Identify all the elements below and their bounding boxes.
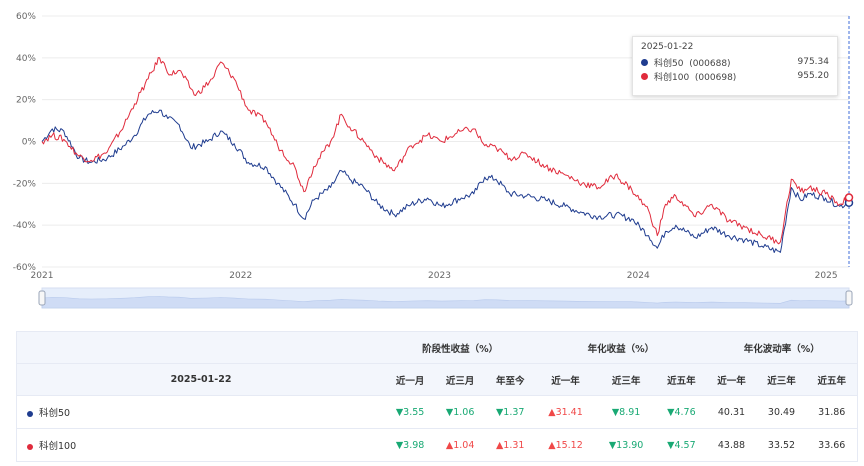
table-cell: ▲1.31 [485, 428, 536, 462]
table-column-header-row: 2025-01-22 近一月 近三月 年至今 近一年 近三年 近五年 近一年 近… [16, 363, 858, 396]
table-cell: 33.52 [756, 428, 807, 462]
navigator-handle-left[interactable] [38, 290, 46, 306]
group-header-volatility: 年化波动率（%） [706, 331, 858, 364]
y-tick-label: 0% [22, 138, 37, 148]
y-tick-label: 60% [16, 12, 36, 22]
col-header: 近三月 [435, 363, 486, 396]
col-header: 年至今 [485, 363, 536, 396]
row-name: 科创50 [16, 395, 386, 429]
series-color-dot [27, 443, 33, 450]
tooltip-row-kc100: 科创100 (000698) 955.20 [641, 69, 829, 83]
x-tick-label: 2024 [627, 271, 650, 281]
end-point-markers [844, 193, 854, 208]
x-tick-label: 2025 [815, 271, 838, 281]
tooltip-series-value: 955.20 [797, 71, 830, 81]
table-cell: ▼8.91 [595, 395, 657, 429]
table-cell: ▼4.57 [656, 428, 707, 462]
group-header-period: 阶段性收益（%） [385, 331, 536, 364]
x-tick-label: 2021 [31, 271, 54, 281]
col-header: 近三年 [756, 363, 807, 396]
table-group-header-row: 阶段性收益（%） 年化收益（%） 年化波动率（%） [16, 331, 858, 364]
col-header: 近三年 [595, 363, 657, 396]
chart-tooltip: 2025-01-22 科创50 (000688) 975.34 科创100 (0… [632, 36, 838, 96]
table-cell: ▲15.12 [535, 428, 596, 462]
table-cell: 40.31 [706, 395, 757, 429]
y-tick-label: -20% [13, 179, 37, 189]
y-tick-label: 40% [16, 54, 36, 64]
x-tick-label: 2023 [428, 271, 451, 281]
table-cell: ▼4.76 [656, 395, 707, 429]
tooltip-series-name: 科创100 (000698) [654, 72, 737, 83]
col-header: 近一年 [706, 363, 757, 396]
returns-table: 阶段性收益（%） 年化收益（%） 年化波动率（%） 2025-01-22 近一月… [16, 331, 858, 462]
tooltip-series-value: 975.34 [797, 57, 830, 67]
table-row: 科创100 ▼3.98 ▲1.04 ▲1.31 ▲15.12 ▼13.90 ▼4… [16, 428, 858, 462]
table-cell: ▲31.41 [535, 395, 596, 429]
series-color-dot [27, 410, 33, 417]
table-cell: 43.88 [706, 428, 757, 462]
x-axis-ticks: 2021 2022 2023 2024 2025 [31, 271, 838, 281]
table-cell: ▼13.90 [595, 428, 657, 462]
table-cell: ▼3.98 [385, 428, 436, 462]
table-cell: ▼1.37 [485, 395, 536, 429]
row-name: 科创100 [16, 428, 386, 462]
table-cell: 31.86 [806, 395, 858, 429]
table-row: 科创50 ▼3.55 ▼1.06 ▼1.37 ▲31.41 ▼8.91 ▼4.7… [16, 395, 858, 429]
table-date-label: 2025-01-22 [16, 363, 386, 396]
tooltip-series-name: 科创50 (000688) [654, 58, 731, 69]
x-tick-label: 2022 [229, 271, 252, 281]
navigator-handle-right[interactable] [845, 290, 853, 306]
table-cell: 33.66 [806, 428, 858, 462]
table-cell: 30.49 [756, 395, 807, 429]
series-color-dot [641, 72, 648, 80]
range-navigator[interactable] [38, 287, 853, 309]
col-header: 近五年 [656, 363, 707, 396]
series-color-dot [641, 58, 648, 66]
table-corner [16, 331, 386, 364]
series-line [41, 109, 850, 253]
tooltip-row-kc50: 科创50 (000688) 975.34 [641, 55, 829, 69]
y-tick-label: 20% [16, 96, 36, 106]
table-cell: ▲1.04 [435, 428, 486, 462]
tooltip-date: 2025-01-22 [641, 42, 694, 52]
table-cell: ▼3.55 [385, 395, 436, 429]
col-header: 近五年 [806, 363, 858, 396]
y-axis-ticks: 60%40%20%0%-20%-40%-60% [13, 12, 37, 273]
col-header: 近一年 [535, 363, 596, 396]
table-cell: ▼1.06 [435, 395, 486, 429]
series-end-marker [844, 193, 854, 202]
col-header: 近一月 [385, 363, 436, 396]
group-header-annual-return: 年化收益（%） [535, 331, 707, 364]
y-tick-label: -40% [13, 221, 37, 231]
